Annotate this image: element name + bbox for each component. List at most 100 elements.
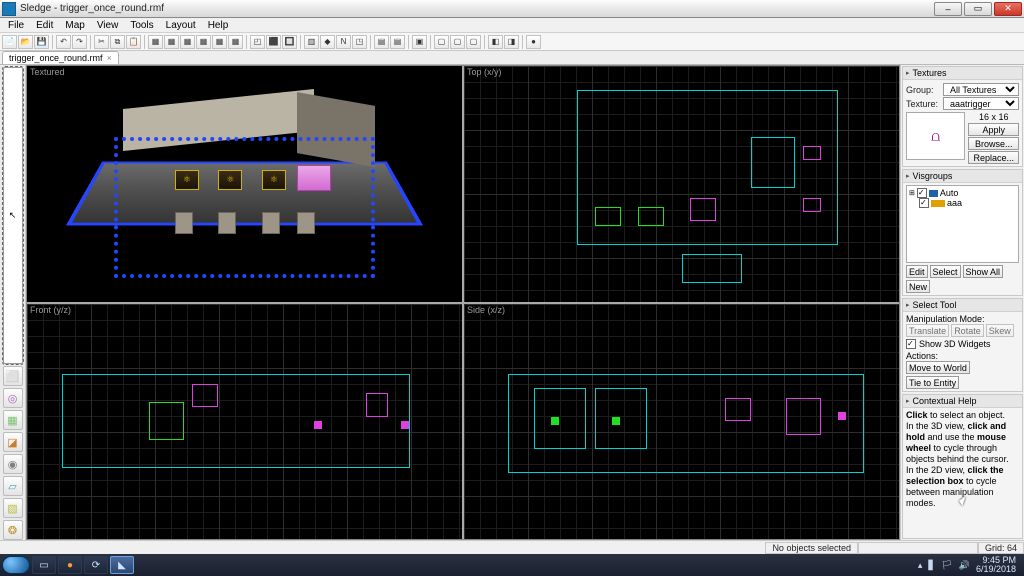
toolbar-button-37[interactable]: ◨: [504, 35, 519, 49]
toolbar-button-20[interactable]: 🔲: [282, 35, 297, 49]
menu-help[interactable]: Help: [202, 20, 235, 31]
toolbar-button-7[interactable]: ✂: [94, 35, 109, 49]
collapse-icon[interactable]: ▸: [906, 172, 910, 180]
tray-clock[interactable]: 9:45 PM 6/19/2018: [976, 556, 1016, 574]
toolbar-button-5[interactable]: ↷: [72, 35, 87, 49]
vertex-tool[interactable]: ▧: [3, 498, 23, 518]
maximize-button[interactable]: ▭: [964, 2, 992, 16]
move-to-world-button[interactable]: Move to World: [906, 361, 970, 374]
browse-texture-button[interactable]: Browse...: [968, 137, 1019, 150]
viewport-top[interactable]: Top (x/y): [464, 66, 899, 302]
toolbar-button-18[interactable]: ◰: [250, 35, 265, 49]
visgroups-tree[interactable]: ⊞Auto aaa: [906, 185, 1019, 263]
checkbox-icon[interactable]: [917, 188, 927, 198]
collapse-icon[interactable]: ▸: [906, 301, 910, 309]
tray-expand-icon[interactable]: ▴: [918, 560, 923, 571]
minimize-button[interactable]: –: [934, 2, 962, 16]
system-tray: ▴ ▋ 🏳 🔊 9:45 PM 6/19/2018: [918, 556, 1022, 574]
toolbar-button-13[interactable]: ▦: [180, 35, 195, 49]
toolbar-button-4[interactable]: ↶: [56, 35, 71, 49]
toolbar-button-33[interactable]: ▢: [450, 35, 465, 49]
visgroup-item-auto[interactable]: ⊞Auto: [909, 188, 1016, 198]
tray-flag-icon[interactable]: 🏳: [941, 560, 952, 571]
tray-volume-icon[interactable]: 🔊: [959, 560, 970, 571]
block-tool[interactable]: ▦: [3, 410, 23, 430]
visgroup-label: Auto: [940, 188, 959, 198]
start-button[interactable]: [2, 556, 30, 574]
toolbar-button-28[interactable]: ▤: [390, 35, 405, 49]
actions-label: Actions:: [906, 351, 1019, 361]
taskbar-item-sledge[interactable]: ◣: [110, 556, 134, 574]
camera-tool[interactable]: ⬜: [3, 366, 23, 386]
visgroup-showall-button[interactable]: Show All: [963, 265, 1004, 278]
checkbox-icon[interactable]: [919, 198, 929, 208]
toolbar-button-14[interactable]: ▦: [196, 35, 211, 49]
translate-mode-button[interactable]: Translate: [906, 324, 949, 337]
show-3d-widgets-checkbox[interactable]: [906, 339, 916, 349]
rotate-mode-button[interactable]: Rotate: [951, 324, 984, 337]
texture-name-select[interactable]: aaatrigger: [943, 97, 1019, 110]
toolbar-button-32[interactable]: ▢: [434, 35, 449, 49]
toolbar-button-22[interactable]: ▥: [304, 35, 319, 49]
taskbar-item-explorer[interactable]: ▭: [32, 556, 56, 574]
taskbar-item-steam[interactable]: ⟳: [84, 556, 108, 574]
skew-mode-button[interactable]: Skew: [986, 324, 1014, 337]
viewport-3d[interactable]: Textured: [27, 66, 462, 302]
tie-to-entity-button[interactable]: Tie to Entity: [906, 376, 959, 389]
toolbar-button-9[interactable]: 📋: [126, 35, 141, 49]
viewport-side[interactable]: Side (x/z): [464, 304, 899, 540]
menu-map[interactable]: Map: [59, 20, 90, 31]
taskbar-item-firefox[interactable]: ●: [58, 556, 82, 574]
select-tool[interactable]: ↖: [3, 67, 23, 364]
os-taskbar: ▭ ● ⟳ ◣ ▴ ▋ 🏳 🔊 9:45 PM 6/19/2018: [0, 554, 1024, 576]
texture-group-select[interactable]: All Textures: [943, 83, 1019, 96]
viewport-front[interactable]: Front (y/z): [27, 304, 462, 540]
toolbar-button-11[interactable]: ▦: [148, 35, 163, 49]
toolbar-button-2[interactable]: 💾: [34, 35, 49, 49]
toolbar-separator: [246, 35, 247, 49]
path-tool[interactable]: ❂: [3, 520, 23, 540]
toolbar-button-0[interactable]: 📄: [2, 35, 17, 49]
help-text: In the 2D view,: [906, 465, 968, 475]
apply-texture-button[interactable]: Apply: [968, 123, 1019, 136]
color-swatch-icon: [931, 200, 945, 207]
decal-tool[interactable]: ◉: [3, 454, 23, 474]
visgroup-select-button[interactable]: Select: [930, 265, 961, 278]
toolbar-button-25[interactable]: ◳: [352, 35, 367, 49]
toolbar-button-30[interactable]: ▣: [412, 35, 427, 49]
visgroup-item-aaa[interactable]: aaa: [909, 198, 1016, 208]
tray-battery-icon[interactable]: ▋: [928, 560, 935, 571]
document-tab[interactable]: trigger_once_round.rmf ×: [2, 51, 119, 64]
toolbar-button-34[interactable]: ▢: [466, 35, 481, 49]
toolbar-button-27[interactable]: ▤: [374, 35, 389, 49]
menu-tools[interactable]: Tools: [124, 20, 159, 31]
toolbar-button-16[interactable]: ▦: [228, 35, 243, 49]
collapse-icon[interactable]: ▸: [906, 69, 910, 77]
menu-edit[interactable]: Edit: [30, 20, 59, 31]
help-text: and use the: [925, 432, 977, 442]
replace-texture-button[interactable]: Replace...: [968, 151, 1019, 164]
menu-file[interactable]: File: [2, 20, 30, 31]
toolbar-button-39[interactable]: ●: [526, 35, 541, 49]
toolbar-button-12[interactable]: ▦: [164, 35, 179, 49]
toolbar-button-8[interactable]: ⧉: [110, 35, 125, 49]
tab-close-icon[interactable]: ×: [107, 53, 112, 63]
toolbar-button-24[interactable]: N: [336, 35, 351, 49]
menu-view[interactable]: View: [91, 20, 125, 31]
menu-layout[interactable]: Layout: [160, 20, 202, 31]
toolbar-button-19[interactable]: ⬛: [266, 35, 281, 49]
app-icon: [2, 2, 16, 16]
toolbar-button-1[interactable]: 📂: [18, 35, 33, 49]
toolbar-button-36[interactable]: ◧: [488, 35, 503, 49]
collapse-icon[interactable]: ▸: [906, 397, 910, 405]
color-swatch-icon: [929, 190, 938, 197]
visgroup-edit-button[interactable]: Edit: [906, 265, 928, 278]
entity-tool[interactable]: ◎: [3, 388, 23, 408]
toolbar-button-23[interactable]: ◆: [320, 35, 335, 49]
visgroup-new-button[interactable]: New: [906, 280, 930, 293]
toolbar-button-15[interactable]: ▦: [212, 35, 227, 49]
close-button[interactable]: ✕: [994, 2, 1022, 16]
select-tool-panel: ▸Select Tool Manipulation Mode: Translat…: [902, 298, 1023, 392]
clip-tool[interactable]: ▱: [3, 476, 23, 496]
texture-app-tool[interactable]: ◪: [3, 432, 23, 452]
